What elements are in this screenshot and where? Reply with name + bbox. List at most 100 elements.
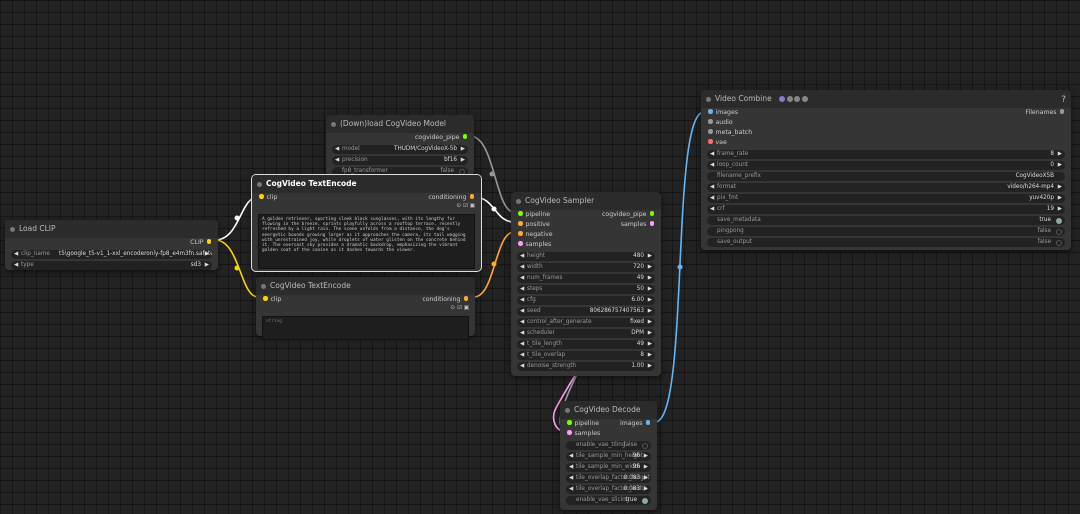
widget-enable-vae-slicing[interactable]: enable_vae_slicing true <box>566 496 651 505</box>
arrow-right-icon[interactable]: ▶ <box>648 263 652 272</box>
output-dot-icon[interactable] <box>462 134 467 139</box>
collapse-dot-icon[interactable] <box>565 408 570 413</box>
arrow-left-icon[interactable]: ◀ <box>710 161 714 170</box>
widget-save-metadata[interactable]: save_metadata true <box>707 216 1065 225</box>
widget-frame-rate[interactable]: ◀ frame_rate 8 ▶ <box>707 150 1065 159</box>
widget-input-icon[interactable]: ⊙ <box>450 305 455 311</box>
widget-height[interactable]: ◀ height 480 ▶ <box>517 252 655 261</box>
widget-t-tile-overlap[interactable]: ◀ t_tile_overlap 8 ▶ <box>517 351 655 360</box>
node-title[interactable]: CogVideo TextEncode <box>256 277 475 295</box>
arrow-left-icon[interactable]: ◀ <box>710 183 714 192</box>
input-meta-batch[interactable]: meta_batch <box>705 128 752 138</box>
widget-steps[interactable]: ◀ steps 50 ▶ <box>517 285 655 294</box>
arrow-right-icon[interactable]: ▶ <box>648 351 652 360</box>
output-cogvideo-pipe[interactable]: cogvideo_pipe <box>602 210 657 220</box>
output-images[interactable]: images <box>620 419 653 429</box>
arrow-right-icon[interactable]: ▶ <box>1058 194 1062 203</box>
output-dot-icon[interactable] <box>469 194 474 199</box>
node-text-encode-positive[interactable]: CogVideo TextEncode clip conditioning ⊙ … <box>251 174 482 272</box>
widget-type[interactable]: ◀ type sd3 ▶ <box>11 261 212 270</box>
collapse-dot-icon[interactable] <box>516 199 521 204</box>
widget-format[interactable]: ◀ format video/h264-mp4 ▶ <box>707 183 1065 192</box>
input-dot-icon[interactable] <box>518 231 523 236</box>
node-title[interactable]: CogVideo TextEncode <box>252 175 481 193</box>
output-dot-icon[interactable] <box>1059 109 1064 114</box>
widget-filename-prefix[interactable]: filename_prefix CogVideoX5B <box>707 172 1065 181</box>
help-icon[interactable]: ? <box>1061 91 1066 109</box>
arrow-left-icon[interactable]: ◀ <box>569 452 573 461</box>
input-samples[interactable]: samples <box>515 240 551 250</box>
node-title[interactable]: CogVideo Decode <box>560 401 657 419</box>
node-video-combine[interactable]: Video Combine ? images Filenames audio m… <box>701 90 1071 250</box>
input-dot-icon[interactable] <box>259 194 264 199</box>
input-clip[interactable]: clip <box>256 193 277 203</box>
node-load-clip[interactable]: Load CLIP CLIP ◀ clip_name t5\google_t5-v1… <box>5 220 218 270</box>
input-audio[interactable]: audio <box>705 118 733 128</box>
input-vae[interactable]: vae <box>705 138 727 148</box>
toggle-knob-icon[interactable] <box>1056 228 1062 235</box>
arrow-left-icon[interactable]: ◀ <box>520 252 524 261</box>
arrow-left-icon[interactable]: ◀ <box>710 150 714 159</box>
widget-tile-overlap-factor-width[interactable]: ◀ tile_overlap_factor_width 0.083 ▶ <box>566 485 651 494</box>
widget-tile-overlap-factor-height[interactable]: ◀ tile_overlap_factor_height 0.083 ▶ <box>566 474 651 483</box>
input-dot-icon[interactable] <box>708 139 713 144</box>
arrow-left-icon[interactable]: ◀ <box>335 145 339 154</box>
input-dot-icon[interactable] <box>567 420 572 425</box>
widget-pingpong[interactable]: pingpong false <box>707 227 1065 236</box>
collapse-dot-icon[interactable] <box>257 182 262 187</box>
arrow-left-icon[interactable]: ◀ <box>710 194 714 203</box>
arrow-right-icon[interactable]: ▶ <box>1058 205 1062 214</box>
collapse-dot-icon[interactable] <box>706 97 711 102</box>
input-positive[interactable]: positive <box>515 220 550 230</box>
arrow-left-icon[interactable]: ◀ <box>520 307 524 316</box>
widget-num-frames[interactable]: ◀ num_frames 49 ▶ <box>517 274 655 283</box>
collapse-dot-icon[interactable] <box>10 227 15 232</box>
input-dot-icon[interactable] <box>518 211 523 216</box>
arrow-left-icon[interactable]: ◀ <box>520 263 524 272</box>
output-cogvideo-pipe[interactable]: cogvideo_pipe <box>415 133 470 143</box>
graph-canvas[interactable]: Load CLIP CLIP ◀ clip_name t5\google_t5-v1… <box>0 0 1080 514</box>
node-title[interactable]: CogVideo Sampler <box>511 192 661 210</box>
output-conditioning[interactable]: conditioning <box>428 193 477 203</box>
arrow-right-icon[interactable]: ▶ <box>1058 183 1062 192</box>
widget-input-icon[interactable]: ⊙ <box>456 203 461 209</box>
widget-loop-count[interactable]: ◀ loop_count 0 ▶ <box>707 161 1065 170</box>
widget-save-output[interactable]: save_output false <box>707 238 1065 247</box>
widget-crf[interactable]: ◀ crf 19 ▶ <box>707 205 1065 214</box>
widget-t-tile-length[interactable]: ◀ t_tile_length 49 ▶ <box>517 340 655 349</box>
arrow-right-icon[interactable]: ▶ <box>1058 150 1062 159</box>
output-samples[interactable]: samples <box>621 220 657 230</box>
arrow-right-icon[interactable]: ▶ <box>644 463 648 472</box>
widget-clip-name[interactable]: ◀ clip_name t5\google_t5-v1_1-xxl_encodero… <box>11 250 212 259</box>
arrow-right-icon[interactable]: ▶ <box>648 329 652 338</box>
arrow-right-icon[interactable]: ▶ <box>648 274 652 283</box>
arrow-right-icon[interactable]: ▶ <box>205 250 209 259</box>
output-clip[interactable]: CLIP <box>190 238 214 248</box>
arrow-left-icon[interactable]: ◀ <box>520 351 524 360</box>
prompt-textarea[interactable]: A golden retriever, sporting sleek black… <box>258 214 475 269</box>
node-title[interactable]: (Down)load CogVideo Model <box>326 115 474 133</box>
arrow-right-icon[interactable]: ▶ <box>1058 161 1062 170</box>
arrow-right-icon[interactable]: ▶ <box>644 485 648 494</box>
arrow-right-icon[interactable]: ▶ <box>461 156 465 165</box>
widget-control-after-generate[interactable]: ◀ control_after_generate fixed ▶ <box>517 318 655 327</box>
arrow-left-icon[interactable]: ◀ <box>710 205 714 214</box>
input-dot-icon[interactable] <box>708 109 713 114</box>
node-download-model[interactable]: (Down)load CogVideo Model cogvideo_pipe … <box>326 115 474 175</box>
arrow-right-icon[interactable]: ▶ <box>648 362 652 371</box>
input-dot-icon[interactable] <box>708 119 713 124</box>
input-pipeline[interactable]: pipeline <box>564 419 599 429</box>
arrow-right-icon[interactable]: ▶ <box>648 340 652 349</box>
arrow-right-icon[interactable]: ▶ <box>461 145 465 154</box>
widget-enable-vae-tiling[interactable]: enable_vae_tiling false <box>566 441 651 450</box>
node-text-encode-negative[interactable]: CogVideo TextEncode clip conditioning ⊙ … <box>256 277 475 340</box>
widget-model[interactable]: ◀ model THUDM/CogVideoX-5b ▶ <box>332 145 468 154</box>
input-dot-icon[interactable] <box>708 129 713 134</box>
output-dot-icon[interactable] <box>645 420 650 425</box>
input-samples[interactable]: samples <box>564 429 600 439</box>
output-dot-icon[interactable] <box>649 211 654 216</box>
widget-tile-sample-min-width[interactable]: ◀ tile_sample_min_width 96 ▶ <box>566 463 651 472</box>
widget-fp8-transformer[interactable]: fp8_transformer false <box>332 167 468 175</box>
toggle-knob-icon[interactable] <box>642 497 648 504</box>
input-images[interactable]: images <box>705 108 738 118</box>
